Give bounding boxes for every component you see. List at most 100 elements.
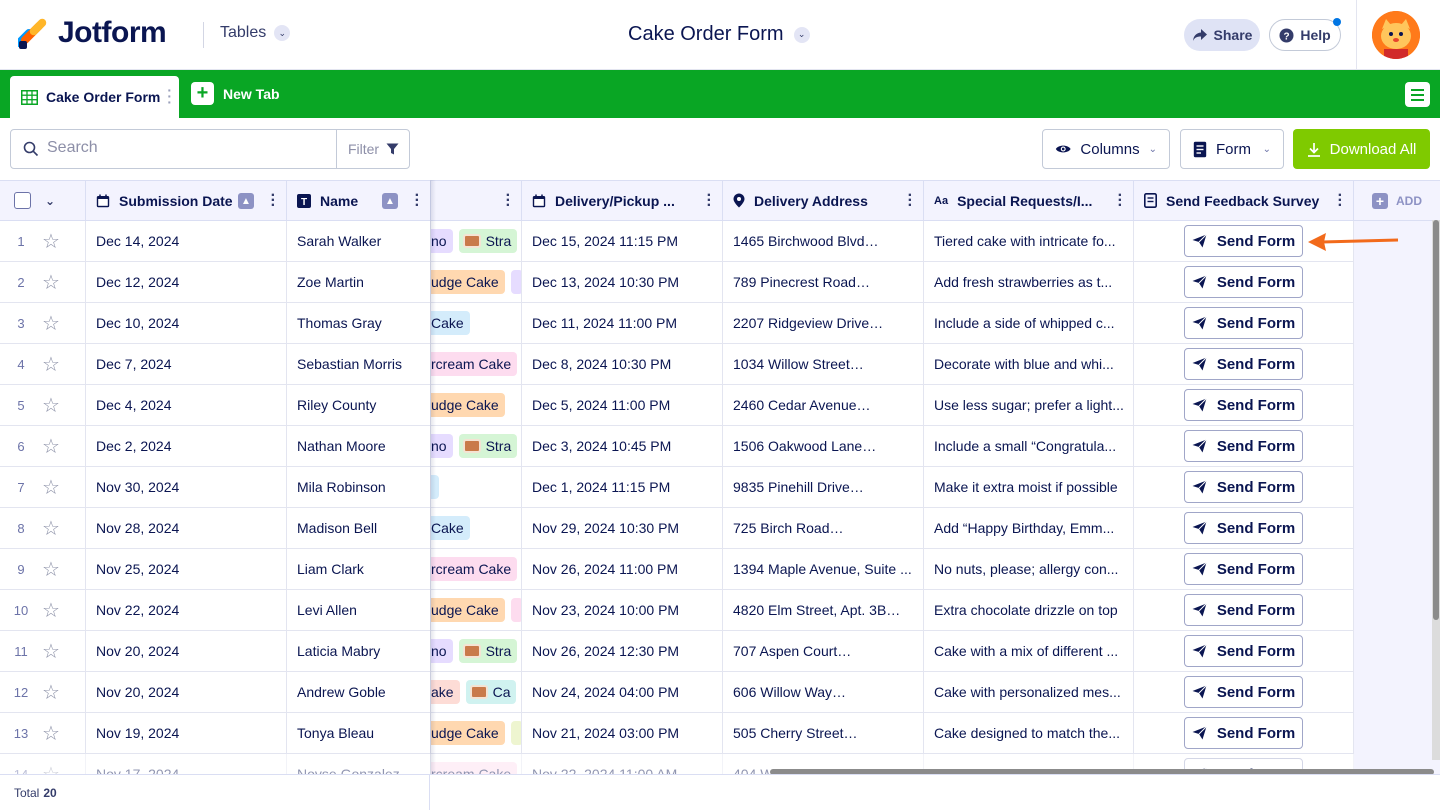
tables-dropdown[interactable]: Tables ⌄: [220, 24, 291, 42]
name-cell[interactable]: Madison Bell: [287, 508, 431, 549]
address-cell[interactable]: 1034 Willow Street…: [723, 344, 924, 385]
column-header-address[interactable]: Delivery Address · · ·: [723, 180, 924, 221]
send-form-button[interactable]: Send Form: [1184, 635, 1303, 667]
column-options-icon[interactable]: · · ·: [908, 188, 913, 214]
cake-type-cell[interactable]: no Stra: [431, 631, 522, 672]
name-cell[interactable]: Levi Allen: [287, 590, 431, 631]
table-row[interactable]: 9 ☆ Nov 25, 2024 Liam Clark rcream Cake Nov 2…: [0, 549, 1440, 590]
send-form-button[interactable]: Send Form: [1184, 676, 1303, 708]
delivery-cell[interactable]: Dec 3, 2024 10:45 PM: [522, 426, 723, 467]
column-options-icon[interactable]: · · ·: [707, 188, 712, 214]
star-icon[interactable]: ☆: [42, 352, 60, 377]
select-all-checkbox[interactable]: [14, 192, 31, 209]
submission-date-cell[interactable]: Nov 25, 2024: [86, 549, 287, 590]
name-cell[interactable]: Mila Robinson: [287, 467, 431, 508]
cake-type-cell[interactable]: no Stra: [431, 426, 522, 467]
requests-cell[interactable]: Add fresh strawberries as t...: [924, 262, 1134, 303]
requests-cell[interactable]: Make it extra moist if possible: [924, 467, 1134, 508]
column-header-feedback[interactable]: Send Feedback Survey · · ·: [1134, 180, 1354, 221]
address-cell[interactable]: 2460 Cedar Avenue…: [723, 385, 924, 426]
address-cell[interactable]: 2207 Ridgeview Drive…: [723, 303, 924, 344]
submission-date-cell[interactable]: Dec 10, 2024: [86, 303, 287, 344]
column-options-icon[interactable]: · · ·: [271, 188, 276, 214]
submission-date-cell[interactable]: Nov 28, 2024: [86, 508, 287, 549]
submission-date-cell[interactable]: Dec 12, 2024: [86, 262, 287, 303]
requests-cell[interactable]: Decorate with blue and whi...: [924, 344, 1134, 385]
column-header-delivery[interactable]: Delivery/Pickup ... · · ·: [522, 180, 723, 221]
address-cell[interactable]: 1465 Birchwood Blvd…: [723, 221, 924, 262]
new-tab-button[interactable]: + New Tab: [191, 82, 280, 105]
cake-type-cell[interactable]: no Stra: [431, 221, 522, 262]
star-icon[interactable]: ☆: [42, 393, 60, 418]
send-form-button[interactable]: Send Form: [1184, 553, 1303, 585]
user-avatar[interactable]: [1372, 11, 1420, 59]
submission-date-cell[interactable]: Dec 14, 2024: [86, 221, 287, 262]
requests-cell[interactable]: Cake designed to match the...: [924, 713, 1134, 754]
star-icon[interactable]: ☆: [42, 270, 60, 295]
address-cell[interactable]: 4820 Elm Street, Apt. 3B…: [723, 590, 924, 631]
submission-date-cell[interactable]: Nov 20, 2024: [86, 631, 287, 672]
star-icon[interactable]: ☆: [42, 680, 60, 705]
table-row[interactable]: 4 ☆ Dec 7, 2024 Sebastian Morris rcream Cake…: [0, 344, 1440, 385]
send-form-button[interactable]: Send Form: [1184, 471, 1303, 503]
submission-date-cell[interactable]: Nov 22, 2024: [86, 590, 287, 631]
delivery-cell[interactable]: Nov 26, 2024 11:00 PM: [522, 549, 723, 590]
send-form-button[interactable]: Send Form: [1184, 225, 1303, 257]
table-row[interactable]: 7 ☆ Nov 30, 2024 Mila Robinson Dec 1, 2024 1…: [0, 467, 1440, 508]
address-cell[interactable]: 725 Birch Road…: [723, 508, 924, 549]
address-cell[interactable]: 707 Aspen Court…: [723, 631, 924, 672]
requests-cell[interactable]: Use less sugar; prefer a light...: [924, 385, 1134, 426]
cake-type-cell[interactable]: udge Cake: [431, 385, 522, 426]
submission-date-cell[interactable]: Dec 7, 2024: [86, 344, 287, 385]
submission-date-cell[interactable]: Dec 2, 2024: [86, 426, 287, 467]
send-form-button[interactable]: Send Form: [1184, 594, 1303, 626]
column-options-icon[interactable]: · · ·: [506, 188, 511, 214]
name-cell[interactable]: Sarah Walker: [287, 221, 431, 262]
tab-cake-order-form[interactable]: Cake Order Form · · ·: [10, 76, 179, 118]
help-button[interactable]: ? Help: [1269, 19, 1341, 51]
search-input[interactable]: [47, 139, 327, 157]
delivery-cell[interactable]: Nov 26, 2024 12:30 PM: [522, 631, 723, 672]
star-icon[interactable]: ☆: [42, 229, 60, 254]
cake-type-cell[interactable]: rcream Cake: [431, 549, 522, 590]
download-all-button[interactable]: Download All: [1293, 129, 1430, 169]
cake-type-cell[interactable]: udge Cake: [431, 262, 522, 303]
filter-button[interactable]: Filter: [336, 130, 410, 168]
share-button[interactable]: Share: [1184, 19, 1260, 51]
send-form-button[interactable]: Send Form: [1184, 430, 1303, 462]
star-icon[interactable]: ☆: [42, 598, 60, 623]
tab-options-icon[interactable]: · · ·: [167, 83, 172, 109]
name-cell[interactable]: Laticia Mabry: [287, 631, 431, 672]
star-icon[interactable]: ☆: [42, 434, 60, 459]
cake-type-cell[interactable]: Cake: [431, 303, 522, 344]
column-header-submission-date[interactable]: Submission Date ▲ · · ·: [86, 180, 287, 221]
column-options-icon[interactable]: · · ·: [1338, 188, 1343, 214]
requests-cell[interactable]: Cake with personalized mes...: [924, 672, 1134, 713]
form-button[interactable]: Form ⌄: [1180, 129, 1284, 169]
star-icon[interactable]: ☆: [42, 557, 60, 582]
table-row[interactable]: 6 ☆ Dec 2, 2024 Nathan Moore no Stra Dec 3, 20…: [0, 426, 1440, 467]
name-cell[interactable]: Nathan Moore: [287, 426, 431, 467]
name-cell[interactable]: Tonya Bleau: [287, 713, 431, 754]
jotform-logo[interactable]: Jotform: [18, 16, 167, 50]
table-row[interactable]: 8 ☆ Nov 28, 2024 Madison Bell Cake Nov 29, 20…: [0, 508, 1440, 549]
chevron-down-icon[interactable]: ⌄: [45, 194, 55, 208]
requests-cell[interactable]: Add “Happy Birthday, Emm...: [924, 508, 1134, 549]
delivery-cell[interactable]: Nov 21, 2024 03:00 PM: [522, 713, 723, 754]
send-form-button[interactable]: Send Form: [1184, 307, 1303, 339]
cake-type-cell[interactable]: udge Cake: [431, 590, 522, 631]
star-icon[interactable]: ☆: [42, 475, 60, 500]
send-form-button[interactable]: Send Form: [1184, 348, 1303, 380]
add-column-button[interactable]: + ADD: [1354, 180, 1440, 221]
send-form-button[interactable]: Send Form: [1184, 512, 1303, 544]
delivery-cell[interactable]: Dec 8, 2024 10:30 PM: [522, 344, 723, 385]
address-cell[interactable]: 9835 Pinehill Drive…: [723, 467, 924, 508]
requests-cell[interactable]: Include a small “Congratula...: [924, 426, 1134, 467]
submission-date-cell[interactable]: Nov 19, 2024: [86, 713, 287, 754]
address-cell[interactable]: 1394 Maple Avenue, Suite ...: [723, 549, 924, 590]
name-cell[interactable]: Thomas Gray: [287, 303, 431, 344]
cake-type-cell[interactable]: Cake: [431, 508, 522, 549]
pin-icon[interactable]: ▲: [238, 193, 254, 209]
form-title-dropdown[interactable]: Cake Order Form ⌄: [628, 23, 810, 46]
table-row[interactable]: 1 ☆ Dec 14, 2024 Sarah Walker no Stra Dec 15, …: [0, 221, 1440, 262]
